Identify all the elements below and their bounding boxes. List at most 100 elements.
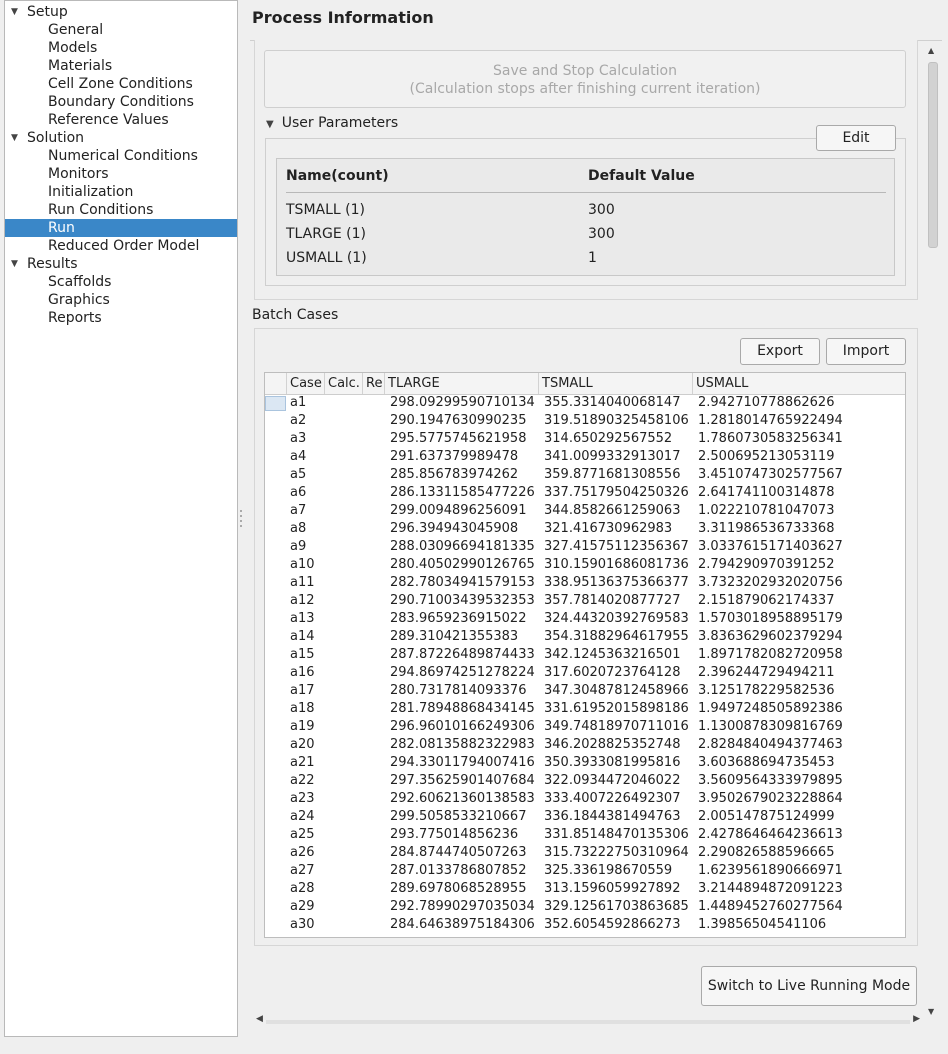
case-cell[interactable]: a20 [290, 736, 315, 754]
tlarge-cell[interactable]: 299.0094896256091 [390, 502, 526, 520]
column-header-re[interactable]: Re: [363, 373, 385, 394]
horizontal-scrollbar[interactable]: ◀ ▶ [252, 1014, 924, 1030]
usmall-cell[interactable]: 2.500695213053119 [698, 448, 834, 466]
usmall-cell[interactable]: 1.7860730583256341 [698, 430, 843, 448]
case-cell[interactable]: a13 [290, 610, 315, 628]
switch-to-live-running-mode-button[interactable]: Switch to Live Running Mode [701, 966, 917, 1006]
case-cell[interactable]: a23 [290, 790, 315, 808]
case-cell[interactable]: a30 [290, 916, 315, 934]
tsmall-cell[interactable]: 341.0099332913017 [544, 448, 680, 466]
table-row[interactable]: a12 290.71003439532353 357.7814020877727 2.… [265, 592, 905, 610]
table-row[interactable]: a19 296.96010166249306 349.74818970711016 1… [265, 718, 905, 736]
table-row[interactable]: TSMALL (1) 300 [277, 200, 894, 220]
table-row[interactable]: a7 299.0094896256091 344.8582661259063 1.02… [265, 502, 905, 520]
import-button[interactable]: Import [826, 338, 906, 365]
table-row[interactable]: a30 284.64638975184306 352.6054592866273 1.… [265, 916, 905, 934]
scrollbar-thumb[interactable] [928, 62, 938, 248]
tree-item-initialization[interactable]: Initialization [5, 183, 237, 201]
tree-item-setup[interactable]: ▼ Setup [5, 3, 237, 21]
arrow-up-icon[interactable]: ▲ [928, 46, 934, 55]
tsmall-cell[interactable]: 329.12561703863685 [544, 898, 689, 916]
usmall-cell[interactable]: 1.2818014765922494 [698, 412, 843, 430]
table-row[interactable]: a24 299.5058533210667 336.1844381494763 2.0… [265, 808, 905, 826]
tree-item-materials[interactable]: Materials [5, 57, 237, 75]
user-parameters-toggle[interactable]: ▼ User Parameters [266, 115, 398, 131]
case-cell[interactable]: a3 [290, 430, 306, 448]
tlarge-cell[interactable]: 282.08135882322983 [390, 736, 535, 754]
usmall-cell[interactable]: 2.290826588596665 [698, 844, 834, 862]
tree-item-run-conditions[interactable]: Run Conditions [5, 201, 237, 219]
tlarge-cell[interactable]: 280.7317814093376 [390, 682, 526, 700]
corner-header[interactable] [265, 373, 287, 394]
case-cell[interactable]: a7 [290, 502, 306, 520]
tsmall-cell[interactable]: 331.85148470135306 [544, 826, 689, 844]
tlarge-cell[interactable]: 292.78990297035034 [390, 898, 535, 916]
table-row[interactable]: a22 297.35625901407684 322.0934472046022 3.… [265, 772, 905, 790]
tree-item-monitors[interactable]: Monitors [5, 165, 237, 183]
column-header-usmall[interactable]: USMALL [693, 373, 905, 394]
table-row[interactable]: a28 289.6978068528955 313.1596059927892 3.2… [265, 880, 905, 898]
tsmall-cell[interactable]: 337.75179504250326 [544, 484, 689, 502]
tsmall-cell[interactable]: 342.1245363216501 [544, 646, 680, 664]
usmall-cell[interactable]: 1.6239561890666971 [698, 862, 843, 880]
tlarge-cell[interactable]: 299.5058533210667 [390, 808, 526, 826]
usmall-cell[interactable]: 3.0337615171403627 [698, 538, 843, 556]
table-row[interactable]: a20 282.08135882322983 346.2028825352748 2.… [265, 736, 905, 754]
case-cell[interactable]: a6 [290, 484, 306, 502]
scrollbar-track[interactable] [266, 1020, 910, 1024]
usmall-cell[interactable]: 1.1300878309816769 [698, 718, 843, 736]
case-cell[interactable]: a10 [290, 556, 315, 574]
tlarge-cell[interactable]: 287.0133786807852 [390, 862, 526, 880]
tlarge-cell[interactable]: 284.64638975184306 [390, 916, 535, 934]
tsmall-cell[interactable]: 313.1596059927892 [544, 880, 680, 898]
chevron-down-icon[interactable]: ▼ [11, 3, 18, 21]
usmall-cell[interactable]: 3.7323202932020756 [698, 574, 843, 592]
tlarge-cell[interactable]: 287.87226489874433 [390, 646, 535, 664]
table-row[interactable]: a26 284.8744740507263 315.73222750310964 2.… [265, 844, 905, 862]
tree-item-boundary-conditions[interactable]: Boundary Conditions [5, 93, 237, 111]
table-row[interactable]: TLARGE (1) 300 [277, 224, 894, 244]
table-row[interactable]: a4 291.637379989478 341.0099332913017 2.500… [265, 448, 905, 466]
usmall-cell[interactable]: 2.396244729494211 [698, 664, 834, 682]
usmall-cell[interactable]: 3.4510747302577567 [698, 466, 843, 484]
table-row[interactable]: a15 287.87226489874433 342.1245363216501 1.… [265, 646, 905, 664]
panel-splitter[interactable] [240, 510, 242, 530]
tlarge-cell[interactable]: 298.09299590710134 [390, 394, 535, 412]
tsmall-cell[interactable]: 314.650292567552 [544, 430, 672, 448]
table-row[interactable]: a27 287.0133786807852 325.336198670559 1.62… [265, 862, 905, 880]
tsmall-cell[interactable]: 344.8582661259063 [544, 502, 680, 520]
case-cell[interactable]: a22 [290, 772, 315, 790]
tlarge-cell[interactable]: 294.33011794007416 [390, 754, 535, 772]
table-row[interactable]: a14 289.310421355383 354.31882964617955 3.8… [265, 628, 905, 646]
usmall-cell[interactable]: 1.39856504541106 [698, 916, 826, 934]
tree-item-models[interactable]: Models [5, 39, 237, 57]
tsmall-cell[interactable]: 324.44320392769583 [544, 610, 689, 628]
chevron-down-icon[interactable]: ▼ [11, 255, 18, 273]
tlarge-cell[interactable]: 280.40502990126765 [390, 556, 535, 574]
tlarge-cell[interactable]: 282.78034941579153 [390, 574, 535, 592]
tsmall-cell[interactable]: 336.1844381494763 [544, 808, 680, 826]
tlarge-cell[interactable]: 294.86974251278224 [390, 664, 535, 682]
tsmall-cell[interactable]: 331.61952015898186 [544, 700, 689, 718]
tree-item-cell-zone-conditions[interactable]: Cell Zone Conditions [5, 75, 237, 93]
arrow-left-icon[interactable]: ◀ [256, 1014, 263, 1024]
case-cell[interactable]: a5 [290, 466, 306, 484]
tlarge-cell[interactable]: 289.6978068528955 [390, 880, 526, 898]
table-row[interactable]: a5 285.856783974262 359.8771681308556 3.451… [265, 466, 905, 484]
table-row[interactable]: a3 295.5775745621958 314.650292567552 1.786… [265, 430, 905, 448]
tsmall-cell[interactable]: 338.95136375366377 [544, 574, 689, 592]
tlarge-cell[interactable]: 289.310421355383 [390, 628, 518, 646]
case-cell[interactable]: a14 [290, 628, 315, 646]
tree-item-reference-values[interactable]: Reference Values [5, 111, 237, 129]
tsmall-cell[interactable]: 346.2028825352748 [544, 736, 680, 754]
usmall-cell[interactable]: 1.8971782082720958 [698, 646, 843, 664]
tree-item-numerical-conditions[interactable]: Numerical Conditions [5, 147, 237, 165]
tlarge-cell[interactable]: 290.71003439532353 [390, 592, 535, 610]
tlarge-cell[interactable]: 296.96010166249306 [390, 718, 535, 736]
tsmall-cell[interactable]: 319.51890325458106 [544, 412, 689, 430]
vertical-scrollbar[interactable]: ▲ ▼ [926, 40, 940, 1018]
usmall-cell[interactable]: 2.794290970391252 [698, 556, 834, 574]
case-cell[interactable]: a12 [290, 592, 315, 610]
table-row[interactable]: a1 298.09299590710134 355.3314040068147 2.9… [265, 394, 905, 412]
tree-item-solution[interactable]: ▼ Solution [5, 129, 237, 147]
